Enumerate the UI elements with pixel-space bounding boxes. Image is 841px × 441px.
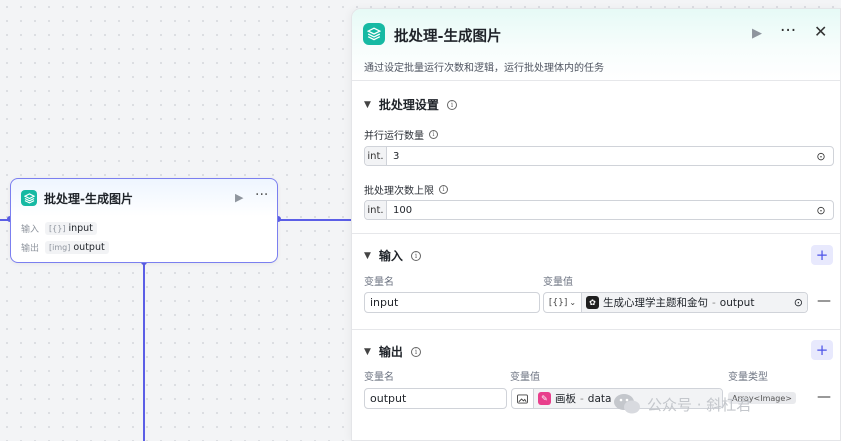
int-type-tag: int. (365, 201, 387, 219)
batch-node-card[interactable]: 批处理-生成图片 ▶ ··· 输入 [{}] input 输出 [img] ou… (10, 178, 278, 263)
watermark-text: 公众号 · 斜杠君 (647, 395, 752, 414)
output-ref-node: 画板 (555, 393, 576, 405)
output-col-value: 变量值 (510, 372, 540, 383)
node-input-chip: [{}] input (45, 222, 97, 235)
info-icon[interactable]: i (439, 185, 448, 194)
ref-separator: - (712, 296, 716, 309)
ref-separator: - (580, 392, 584, 405)
watermark: 公众号 · 斜杠君 (613, 393, 751, 415)
section-divider (352, 233, 840, 234)
image-type-icon (512, 389, 534, 408)
node-output-label: 输出 (21, 244, 40, 254)
input-ref-chip[interactable]: ✿ 生成心理学主题和金句 - output ⊙ (582, 293, 807, 312)
parallel-count-input[interactable]: int. 3 ⊙ (364, 146, 834, 166)
input-col-name: 变量名 (364, 277, 394, 288)
chevron-down-icon: ⌄ (569, 298, 577, 307)
node-output-chip: [img] output (45, 241, 109, 254)
chevron-down-icon[interactable]: ▼ (364, 100, 371, 110)
info-icon[interactable]: i (410, 346, 421, 357)
node-output-param: output (73, 242, 105, 253)
batch-layers-icon (21, 190, 37, 206)
panel-description[interactable]: 通过设定批量运行次数和逻辑，运行批处理体内的任务 (364, 59, 604, 74)
connection-line-right (280, 219, 351, 221)
node-input-type: [{}] (49, 224, 66, 233)
output-ref-var: data (587, 392, 612, 405)
batch-limit-input[interactable]: int. 100 ⊙ (364, 200, 834, 220)
more-icon[interactable]: ··· (255, 187, 268, 203)
output-section-header[interactable]: ▼ 输出 i (364, 343, 421, 360)
more-icon[interactable]: ··· (780, 21, 796, 41)
connection-line-down (143, 263, 145, 441)
int-type-tag: int. (365, 147, 387, 165)
ref-toggle-icon[interactable]: ⊙ (813, 150, 829, 163)
remove-output-icon[interactable]: — (817, 389, 831, 405)
input-var-value-field[interactable]: [{}] ⌄ ✿ 生成心理学主题和金句 - output ⊙ (543, 292, 808, 313)
llm-node-icon: ✿ (586, 296, 599, 309)
input-ref-var: output (719, 296, 755, 309)
parallel-count-text: 并行运行数量 (364, 131, 424, 142)
batch-limit-label: 批处理次数上限 i (364, 182, 448, 197)
run-icon[interactable]: ▶ (752, 26, 762, 41)
batch-layers-icon (363, 23, 385, 45)
output-col-type: 变量类型 (728, 372, 768, 383)
input-section-header[interactable]: ▼ 输入 i (364, 247, 421, 264)
node-input-param: input (68, 223, 93, 234)
input-col-value: 变量值 (543, 277, 573, 288)
run-icon[interactable]: ▶ (235, 191, 243, 204)
node-input-label: 输入 (21, 225, 40, 235)
node-output-type: [img] (49, 243, 71, 252)
input-var-name-field[interactable]: input (364, 292, 540, 313)
remove-input-icon[interactable]: — (817, 293, 831, 309)
chevron-down-icon[interactable]: ▼ (364, 347, 371, 357)
info-icon[interactable]: i (429, 130, 438, 139)
array-object-type: [{}] (548, 297, 568, 308)
batch-limit-value[interactable]: 100 (387, 205, 813, 216)
node-title: 批处理-生成图片 (44, 192, 133, 206)
parallel-count-label: 并行运行数量 i (364, 127, 438, 142)
section-divider (352, 329, 840, 330)
parallel-count-value[interactable]: 3 (387, 151, 813, 162)
ref-toggle-icon[interactable]: ⊙ (794, 296, 803, 309)
chevron-down-icon[interactable]: ▼ (364, 251, 371, 261)
add-input-button[interactable]: + (811, 245, 833, 265)
ref-type-select[interactable]: [{}] ⌄ (544, 293, 582, 312)
node-input-row: 输入 [{}] input (21, 222, 97, 235)
output-var-name-field[interactable]: output (364, 388, 507, 409)
wechat-icon (613, 393, 641, 415)
output-col-name: 变量名 (364, 372, 394, 383)
ref-toggle-icon[interactable]: ⊙ (813, 204, 829, 217)
info-icon[interactable]: i (446, 99, 457, 110)
output-heading: 输出 (378, 345, 403, 359)
canvas-node-icon: ✎ (538, 392, 551, 405)
panel-title[interactable]: 批处理-生成图片 (394, 25, 502, 46)
input-heading: 输入 (378, 249, 403, 263)
close-icon[interactable]: ✕ (814, 22, 827, 41)
input-ref-node: 生成心理学主题和金句 (603, 297, 708, 309)
batch-limit-text: 批处理次数上限 (364, 186, 434, 197)
batch-settings-heading: 批处理设置 (378, 98, 439, 112)
add-output-button[interactable]: + (811, 340, 833, 360)
batch-settings-header[interactable]: ▼ 批处理设置 i (364, 96, 457, 113)
node-settings-panel: 批处理-生成图片 ▶ ··· ✕ 通过设定批量运行次数和逻辑，运行批处理体内的任… (351, 8, 841, 441)
panel-header: 批处理-生成图片 ▶ ··· ✕ 通过设定批量运行次数和逻辑，运行批处理体内的任… (352, 9, 840, 81)
info-icon[interactable]: i (410, 250, 421, 261)
node-output-row: 输出 [img] output (21, 241, 109, 254)
